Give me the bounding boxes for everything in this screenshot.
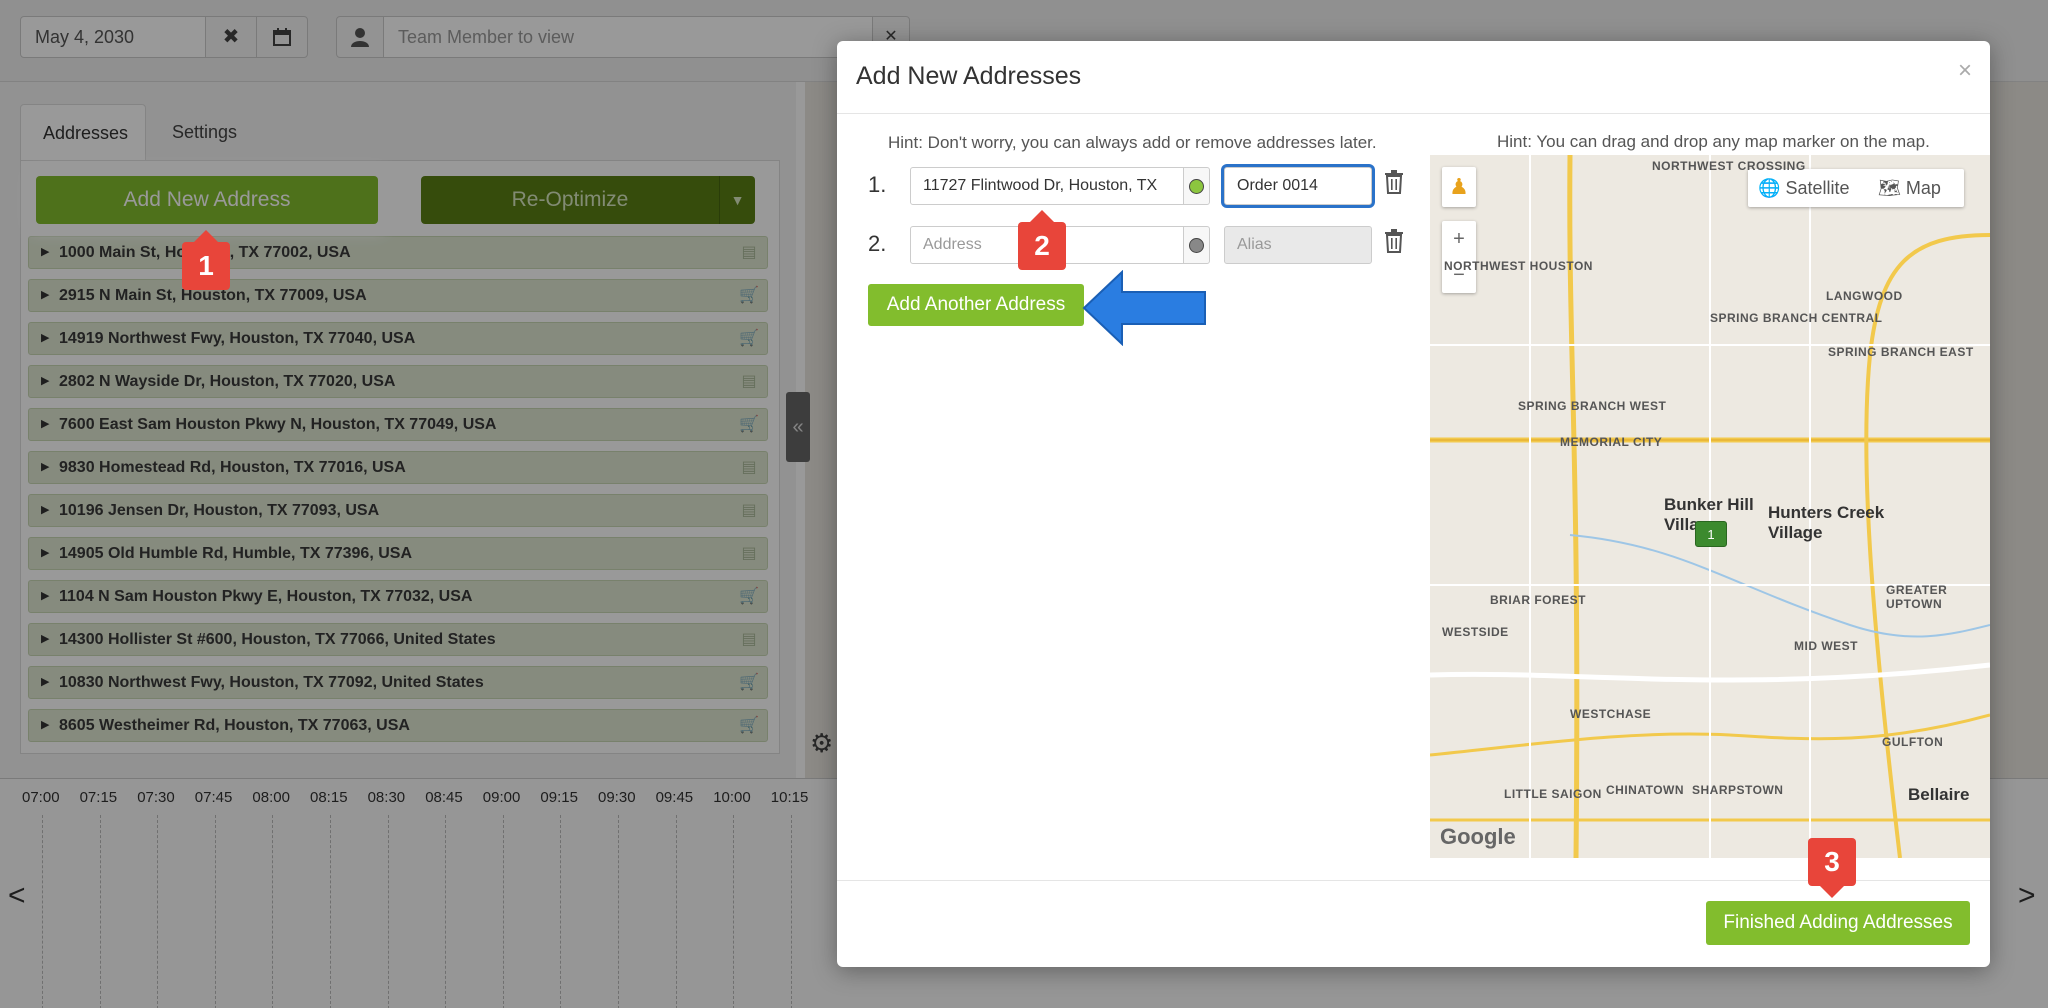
address-map[interactable]: ♟ + − 🌐 Satellite 🗺 Map Northwest Crossi… [1430, 155, 1990, 858]
map-place-label: Spring Branch East [1828, 345, 1974, 359]
map-icon: 🗺 [1878, 178, 1901, 198]
step-badge-3: 3 [1808, 838, 1856, 898]
map-button[interactable]: 🗺 Map [1878, 169, 1941, 207]
address-input-1[interactable]: 11727 Flintwood Dr, Houston, TX [910, 167, 1184, 205]
map-place-label: Hunters Creek Village [1768, 503, 1885, 542]
map-place-label: Bellaire [1908, 785, 1970, 804]
divider [837, 113, 1990, 114]
map-place-label: Little Saigon [1504, 787, 1602, 801]
alias-input-1[interactable]: Order 0014 [1224, 167, 1372, 205]
map-place-label: Spring Branch Central [1710, 311, 1883, 325]
step-badge-2: 2 [1018, 210, 1066, 270]
map-place-label: Westside [1442, 625, 1509, 639]
trash-icon[interactable] [1384, 229, 1404, 259]
row-number: 2. [868, 231, 887, 256]
map-place-label: Gulfton [1882, 735, 1944, 749]
map-place-label: Briar Forest [1490, 593, 1586, 607]
geocode-status [1183, 226, 1210, 264]
trash-icon[interactable] [1384, 170, 1404, 200]
zoom-controls: + − [1442, 221, 1476, 293]
map-place-label: Memorial City [1560, 435, 1663, 449]
hint-text-addresses: Hint: Don't worry, you can always add or… [888, 133, 1377, 152]
status-green-icon [1189, 179, 1204, 194]
map-place-label: Westchase [1570, 707, 1652, 721]
add-addresses-modal: Add New Addresses × Hint: Don't worry, y… [837, 41, 1990, 967]
satellite-button[interactable]: 🌐 Satellite [1758, 169, 1849, 207]
row-number: 1. [868, 172, 887, 197]
arrow-left-icon [1082, 270, 1206, 346]
geocode-status [1183, 167, 1210, 205]
map-place-label: Spring Branch West [1518, 399, 1667, 413]
map-place-label: Northwest Houston [1444, 259, 1593, 273]
modal-title: Add New Addresses [856, 62, 1082, 90]
globe-icon: 🌐 [1758, 178, 1781, 198]
hint-text-map: Hint: You can drag and drop any map mark… [1497, 132, 1930, 151]
map-place-label: Langwood [1826, 289, 1903, 303]
step-badge-1: 1 [182, 230, 230, 290]
map-place-label: Sharpstown [1692, 783, 1784, 797]
add-another-address-button[interactable]: Add Another Address [868, 284, 1084, 326]
map-type-control: 🌐 Satellite 🗺 Map [1748, 169, 1964, 207]
finished-adding-addresses-button[interactable]: Finished Adding Addresses [1706, 901, 1970, 945]
status-grey-icon [1189, 238, 1204, 253]
alias-input-2[interactable]: Alias [1224, 226, 1372, 264]
map-place-label: Chinatown [1606, 783, 1685, 797]
map-marker[interactable]: 1 [1695, 521, 1727, 547]
map-place-label: Northwest Crossing [1652, 159, 1806, 173]
zoom-in-button[interactable]: + [1442, 221, 1476, 257]
map-place-label: Greater Uptown [1886, 583, 1948, 611]
google-logo: Google [1440, 824, 1516, 849]
close-icon[interactable]: × [1958, 57, 1972, 85]
street-view-pegman-icon[interactable]: ♟ [1442, 167, 1476, 207]
map-place-label: Mid West [1794, 639, 1858, 653]
